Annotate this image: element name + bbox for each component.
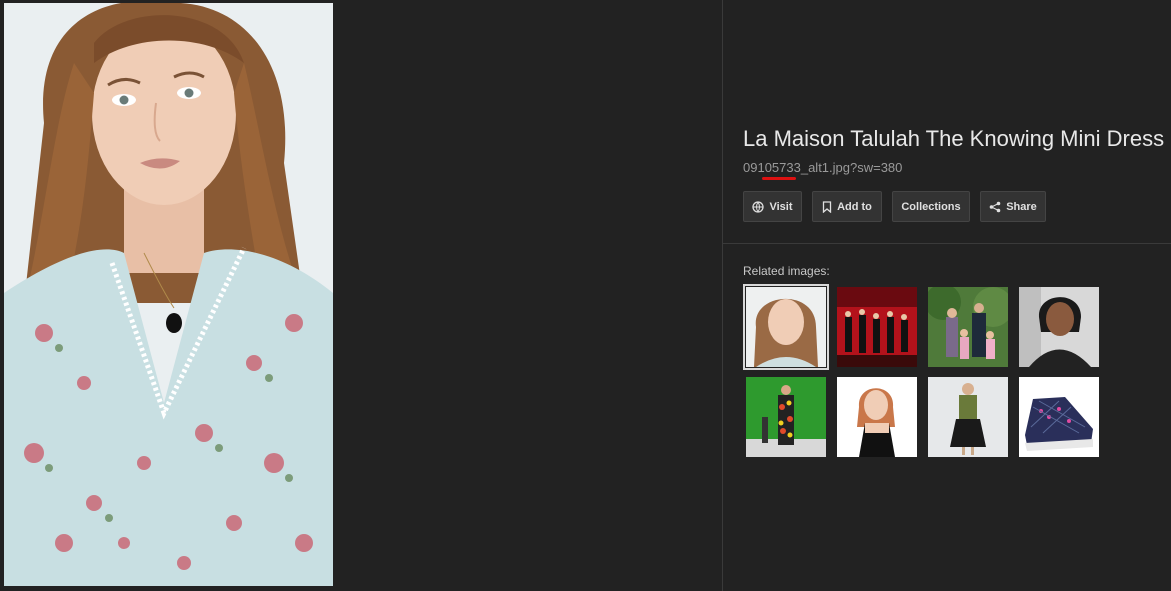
add-to-button-label: Add to	[837, 200, 872, 213]
related-image-thumb[interactable]	[1019, 287, 1099, 367]
image-filename: 09105733_alt1.jpg?sw=380	[743, 160, 903, 175]
section-divider	[723, 243, 1171, 244]
related-image-thumb[interactable]	[837, 287, 917, 367]
add-to-button[interactable]: Add to	[812, 191, 882, 222]
panel-divider	[722, 0, 723, 591]
related-image-thumb[interactable]	[746, 377, 826, 457]
main-image-preview[interactable]	[4, 3, 333, 586]
globe-icon	[752, 200, 765, 213]
share-button[interactable]: Share	[980, 191, 1046, 222]
related-image-thumb[interactable]	[1019, 377, 1099, 457]
related-image-thumb[interactable]	[928, 287, 1008, 367]
related-image-thumb[interactable]	[743, 284, 829, 370]
collections-button[interactable]: Collections	[892, 191, 970, 222]
related-image-thumb[interactable]	[928, 377, 1008, 457]
visit-button-label: Visit	[769, 200, 793, 213]
related-image-thumb[interactable]	[837, 377, 917, 457]
image-title[interactable]: La Maison Talulah The Knowing Mini Dress	[743, 126, 1171, 152]
collections-button-label: Collections	[901, 200, 961, 213]
related-images-label: Related images:	[743, 264, 830, 278]
share-button-label: Share	[1006, 200, 1037, 213]
share-icon	[989, 201, 1001, 213]
underline-annotation	[762, 177, 796, 180]
visit-button[interactable]: Visit	[743, 191, 802, 222]
bookmark-icon	[822, 200, 832, 213]
